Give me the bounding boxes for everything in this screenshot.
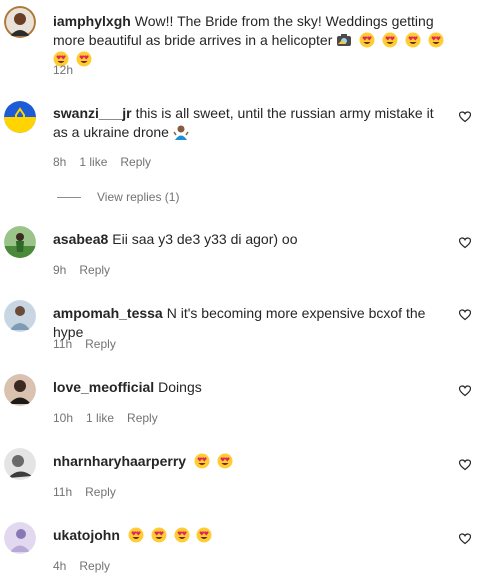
comment-text-block: swanzi___jr this is all sweet, until the …	[53, 104, 448, 142]
comment-username[interactable]: swanzi___jr	[53, 105, 132, 121]
heart-eyes-emoji	[194, 453, 210, 469]
view-replies-divider	[57, 197, 81, 199]
avatar[interactable]	[4, 101, 36, 133]
like-heart-icon[interactable]	[458, 110, 472, 123]
comment-body: Doings	[158, 379, 202, 395]
like-heart-icon[interactable]	[458, 532, 472, 545]
comment-body: Eii saa y3 de3 y33 di agor) oo	[112, 231, 298, 247]
like-heart-icon[interactable]	[458, 458, 472, 471]
reply-button[interactable]: Reply	[85, 485, 116, 499]
avatar[interactable]	[4, 448, 36, 480]
like-heart-icon[interactable]	[458, 384, 472, 397]
comment-text-block: ukatojohn	[53, 526, 448, 545]
comment-username[interactable]: love_meofficial	[53, 379, 154, 395]
heart-eyes-emoji	[151, 527, 167, 543]
comment-time: 8h	[53, 155, 67, 169]
avatar[interactable]	[4, 374, 36, 406]
heart-eyes-emoji	[196, 527, 212, 543]
comment-meta: 8h 1 like Reply	[53, 155, 164, 169]
avatar[interactable]	[4, 6, 36, 38]
comment-username[interactable]: ukatojohn	[53, 527, 120, 543]
avatar[interactable]	[4, 226, 36, 258]
comment-meta: 11h Reply	[53, 485, 129, 499]
comment-meta: 10h 1 like Reply	[53, 411, 171, 425]
heart-eyes-emoji	[382, 32, 398, 48]
heart-eyes-emoji	[428, 32, 444, 48]
person-shrug-emoji	[173, 124, 189, 140]
like-count[interactable]: 1 like	[79, 155, 107, 169]
comment-time: 9h	[53, 263, 67, 277]
like-count[interactable]: 1 like	[86, 411, 114, 425]
comment-meta: 4h Reply	[53, 559, 123, 573]
reply-button[interactable]: Reply	[85, 337, 116, 351]
like-heart-icon[interactable]	[458, 236, 472, 249]
heart-eyes-emoji	[359, 32, 375, 48]
comment-meta: 9h Reply	[53, 263, 123, 277]
comment-meta: 11h Reply	[53, 337, 129, 351]
heart-eyes-emoji	[217, 453, 233, 469]
reply-button[interactable]: Reply	[120, 155, 151, 169]
comment-username[interactable]: iamphylxgh	[53, 13, 131, 29]
view-replies-label[interactable]: View replies (1)	[97, 190, 179, 204]
reply-button[interactable]: Reply	[79, 263, 110, 277]
comment-time: 4h	[53, 559, 67, 573]
camera-emoji	[336, 32, 352, 48]
comment-time: 11h	[53, 485, 73, 499]
comment-text-block: nharnharyhaarperry	[53, 452, 448, 471]
reply-button[interactable]: Reply	[127, 411, 158, 425]
comment-time: 11h	[53, 337, 73, 351]
heart-eyes-emoji	[405, 32, 421, 48]
heart-eyes-emoji	[174, 527, 190, 543]
comment-time: 10h	[53, 411, 74, 425]
comment-time: 12h	[53, 63, 74, 77]
comment-meta: 12h	[53, 63, 86, 77]
comment-text-block: asabea8 Eii saa y3 de3 y33 di agor) oo	[53, 230, 448, 249]
avatar[interactable]	[4, 300, 36, 332]
avatar[interactable]	[4, 522, 36, 554]
like-heart-icon[interactable]	[458, 308, 472, 321]
comment-username[interactable]: asabea8	[53, 231, 108, 247]
heart-eyes-emoji	[128, 527, 144, 543]
view-replies-button[interactable]: View replies (1)	[57, 190, 179, 204]
comment-username[interactable]: ampomah_tessa	[53, 305, 163, 321]
comment-text-block: iamphylxgh Wow!! The Bride from the sky! …	[53, 12, 448, 69]
comment-text-block: love_meofficial Doings	[53, 378, 448, 397]
comment-username[interactable]: nharnharyhaarperry	[53, 453, 186, 469]
reply-button[interactable]: Reply	[79, 559, 110, 573]
